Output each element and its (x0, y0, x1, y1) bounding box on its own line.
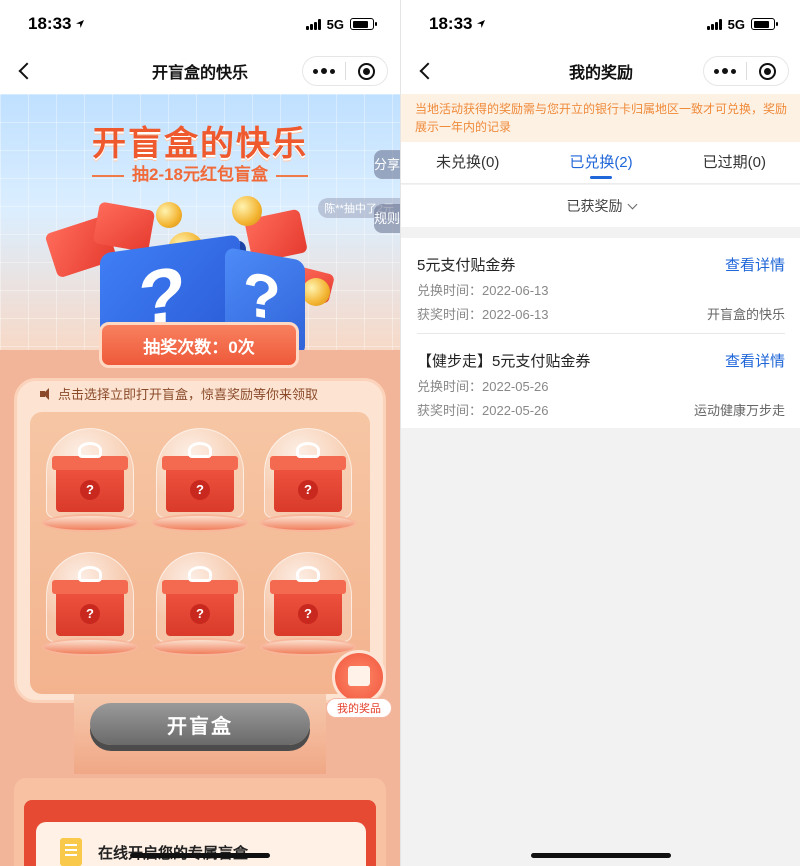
reward-list: 5元支付贴金券 查看详情 兑换时间：2022-06-13 获奖时间：2022-0… (401, 238, 800, 428)
speaker-icon (40, 387, 52, 400)
view-details-link[interactable]: 查看详情 (725, 254, 785, 275)
cellular-signal-icon (305, 18, 321, 30)
question-mark-icon: ? (80, 480, 100, 500)
hero-banner: 开盲盒的快乐 抽2-18元红包盲盒 陈**抽中了2元 分享 规则 (0, 94, 400, 350)
tab-expired[interactable]: 已过期(0) (668, 142, 800, 183)
share-label: 分享 (374, 157, 400, 172)
award-time: 获奖时间：2022-06-13 (417, 307, 549, 322)
more-options-button[interactable] (704, 57, 746, 85)
my-prizes-button[interactable]: 我的奖品 (326, 650, 392, 722)
blind-box-3[interactable]: ? (260, 428, 356, 548)
close-miniprogram-button[interactable] (345, 57, 387, 85)
question-mark-icon: ? (80, 604, 100, 624)
question-mark-icon: ? (298, 604, 318, 624)
coin-decoration (156, 202, 182, 228)
blind-box-2[interactable]: ? (152, 428, 248, 548)
tab-unredeemed[interactable]: 未兑换(0) (401, 142, 534, 183)
close-miniprogram-button[interactable] (746, 57, 788, 85)
nav-bar: 开盲盒的快乐 (0, 48, 400, 94)
miniprogram-capsule (703, 56, 789, 86)
coin-decoration (302, 278, 330, 306)
gift-icon (348, 666, 370, 686)
exchange-time: 兑换时间：2022-06-13 (417, 283, 549, 298)
blind-box-grid: ? ? ? ? ? ? (30, 412, 370, 694)
chevron-down-icon (627, 199, 637, 209)
list-item: 【健步走】5元支付贴金券 查看详情 兑换时间：2022-05-26 获奖时间：2… (417, 334, 785, 428)
battery-icon (350, 18, 377, 30)
back-button[interactable] (413, 58, 439, 84)
instruction-text: 点击选择立即打开盲盒，惊喜奖励等你来领取 (58, 387, 319, 402)
blind-box-screen: 18:33 5G 开盲盒的快乐 开盲盒的快乐 抽2-18元红包盲盒 陈**抽中了… (0, 0, 400, 866)
my-prizes-label: 我的奖品 (326, 698, 392, 718)
reward-title: 5元支付贴金券 (417, 257, 516, 274)
location-arrow-icon (477, 20, 486, 28)
rules-tab[interactable]: 规则 (374, 204, 400, 233)
question-mark-icon: ? (190, 604, 210, 624)
blind-box-4[interactable]: ? (42, 552, 138, 672)
battery-icon (751, 18, 778, 30)
open-blind-box-button[interactable]: 开盲盒 (90, 703, 310, 745)
page-title: 我的奖励 (568, 65, 633, 82)
region-notice: 当地活动获得的奖励需与您开立的银行卡归属地区一致才可兑换，奖励展示一年内的记录 (401, 94, 800, 142)
my-rewards-screen: 18:33 5G 我的奖励 当地活动获得的奖励需与您开立的银行卡归属地区一致才可… (400, 0, 800, 866)
question-mark-icon: ? (190, 480, 210, 500)
award-time: 获奖时间：2022-05-26 (417, 403, 549, 418)
home-indicator[interactable] (130, 853, 270, 858)
status-bar: 18:33 5G (0, 0, 400, 48)
clock: 18:33 (28, 14, 72, 33)
location-arrow-icon (76, 20, 85, 28)
coin-decoration (232, 196, 262, 226)
network-type: 5G (326, 16, 344, 32)
blind-box-1[interactable]: ? (42, 428, 138, 548)
question-mark-icon: ? (298, 480, 318, 500)
list-item: 5元支付贴金券 查看详情 兑换时间：2022-06-13 获奖时间：2022-0… (417, 238, 785, 334)
hero-subtitle: 抽2-18元红包盲盒 (0, 160, 400, 185)
more-options-button[interactable] (303, 57, 345, 85)
clock: 18:33 (429, 14, 473, 33)
hero-title: 开盲盒的快乐 (92, 125, 308, 163)
share-tab[interactable]: 分享 (374, 150, 400, 179)
home-indicator[interactable] (531, 853, 671, 858)
page-title: 开盲盒的快乐 (151, 65, 248, 82)
miniprogram-capsule (302, 56, 388, 86)
network-type: 5G (727, 16, 745, 32)
reward-tabs: 未兑换(0) 已兑换(2) 已过期(0) (401, 142, 800, 184)
draw-count-badge: 抽奖次数：0次 (99, 322, 299, 368)
nav-bar: 我的奖励 (401, 48, 800, 94)
cellular-signal-icon (706, 18, 722, 30)
back-button[interactable] (12, 58, 38, 84)
reward-filter-dropdown[interactable]: 已获奖励 (401, 185, 800, 227)
view-details-link[interactable]: 查看详情 (725, 350, 785, 371)
reward-title: 【健步走】5元支付贴金券 (417, 353, 591, 370)
reward-source: 开盲盒的快乐 (706, 307, 785, 322)
tab-redeemed[interactable]: 已兑换(2) (534, 142, 667, 183)
status-bar: 18:33 5G (401, 0, 800, 48)
target-icon (758, 62, 776, 80)
document-icon (60, 838, 82, 866)
reward-source: 运动健康万步走 (693, 403, 785, 418)
target-icon (357, 62, 375, 80)
exchange-time: 兑换时间：2022-05-26 (417, 379, 549, 394)
filter-label: 已获奖励 (566, 198, 623, 214)
rules-label: 规则 (374, 211, 400, 226)
instruction-notice: 点击选择立即打开盲盒，惊喜奖励等你来领取 (40, 384, 318, 403)
exclusive-text: 在线开启您的专属盲盒 (98, 842, 248, 863)
blind-box-5[interactable]: ? (152, 552, 248, 672)
exclusive-card[interactable]: 在线开启您的专属盲盒 (36, 822, 366, 866)
